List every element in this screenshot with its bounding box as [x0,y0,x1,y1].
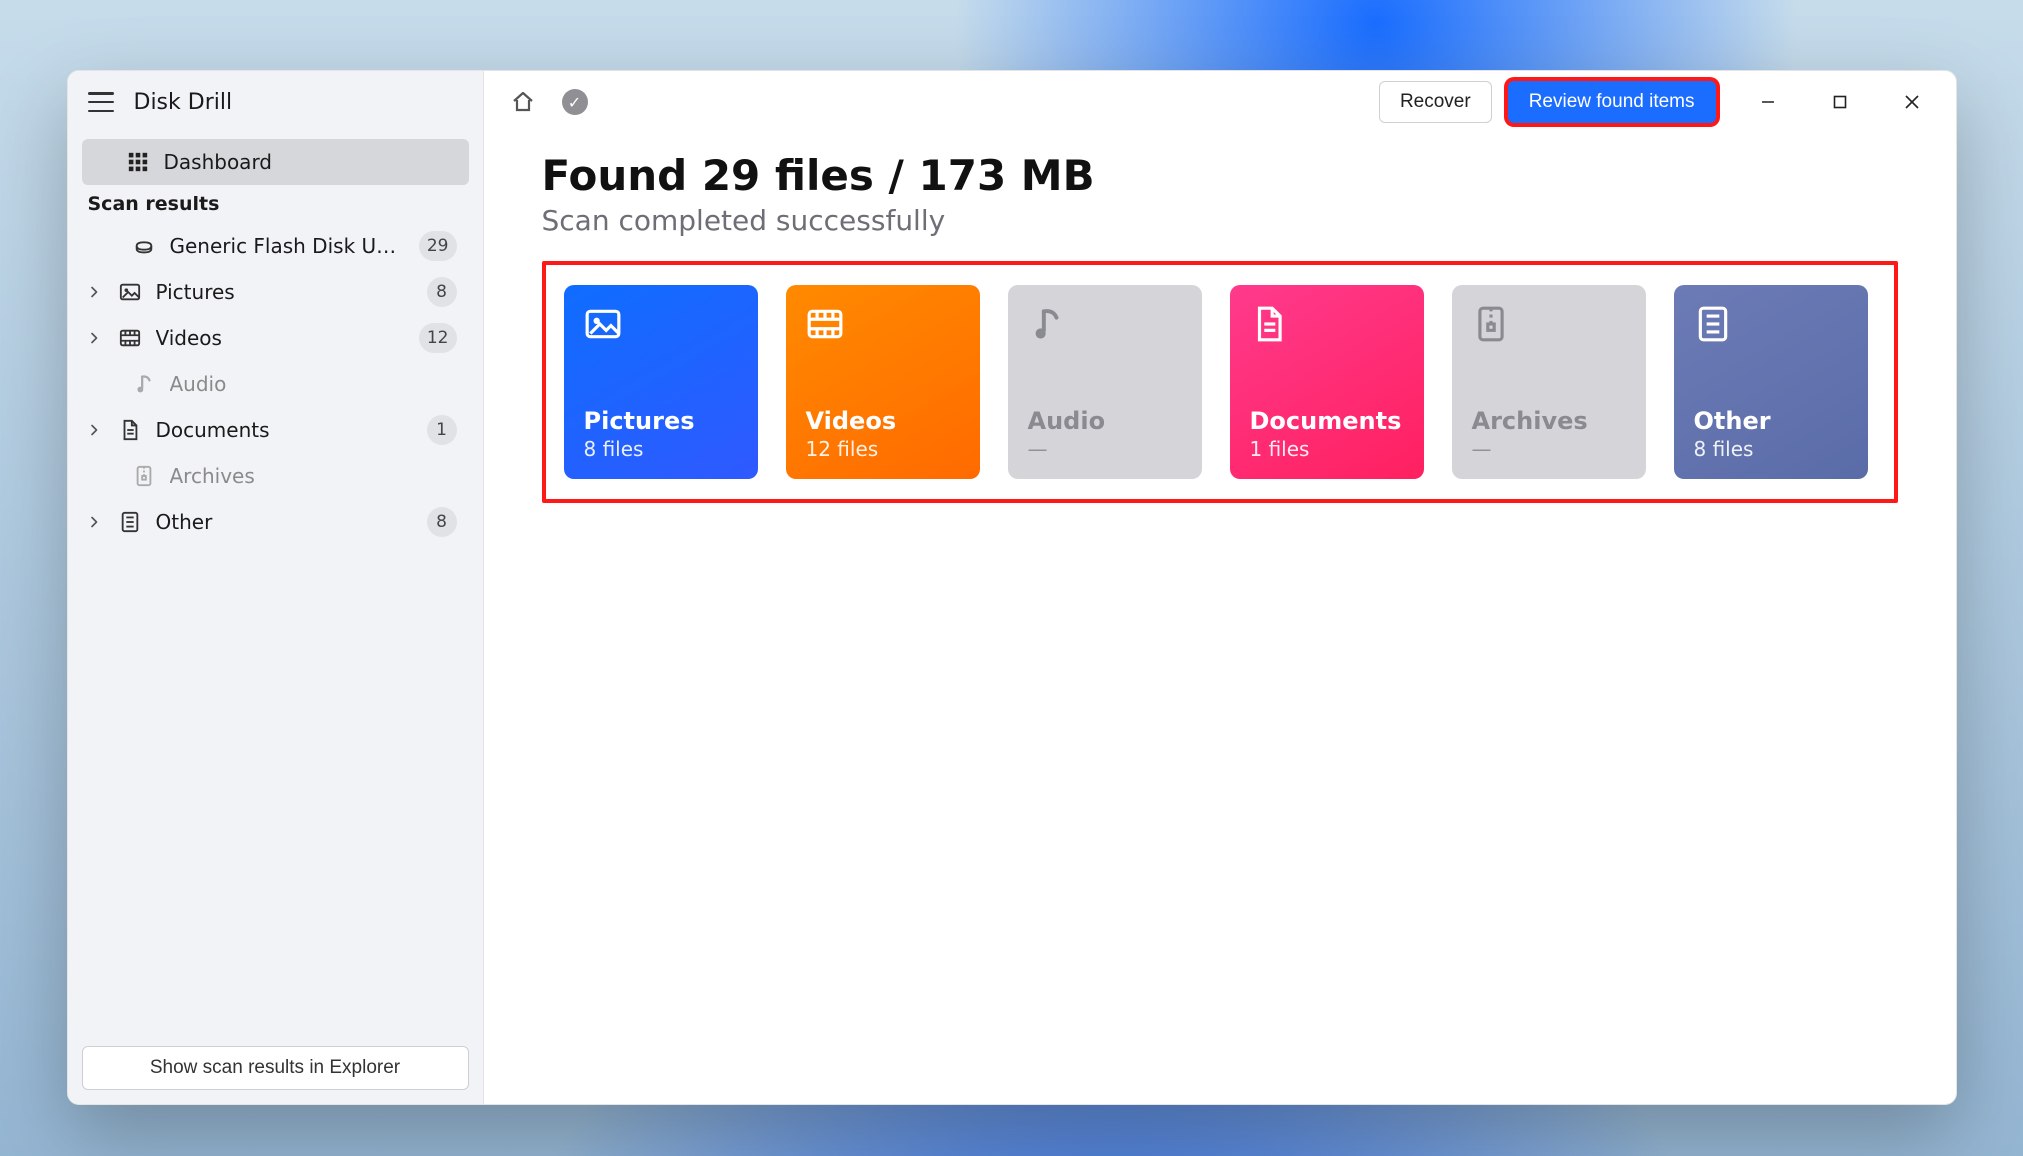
sidebar-item-label: Videos [156,326,405,350]
video-icon [118,326,142,350]
check-icon[interactable]: ✓ [562,89,588,115]
main-panel: ✓ Recover Review found items [484,71,1956,1104]
card-subtitle: — [1472,437,1626,461]
category-card-documents[interactable]: Documents1 files [1230,285,1424,479]
picture-icon [584,305,622,343]
card-title: Videos [806,407,960,435]
card-subtitle: 8 files [584,437,738,461]
category-cards: Pictures8 filesVideos12 filesAudio—Docum… [564,285,1876,479]
category-card-pictures[interactable]: Pictures8 files [564,285,758,479]
count-badge: 8 [427,507,457,537]
audio-icon [132,372,156,396]
app-window: Disk Drill Dashboard Scan results Generi… [67,70,1957,1105]
chevron-right-icon[interactable] [86,286,104,298]
category-card-audio: Audio— [1008,285,1202,479]
maximize-icon[interactable] [1804,71,1876,133]
sidebar-item-picture[interactable]: Pictures 8 [82,269,469,315]
other-icon [1694,305,1732,343]
video-icon [806,305,844,343]
audio-icon [1028,305,1066,343]
sidebar-nav: Dashboard Scan results Generic Flash Dis… [68,133,483,1032]
card-title: Archives [1472,407,1626,435]
chevron-right-icon[interactable] [86,516,104,528]
page-subtitle: Scan completed successfully [542,204,1898,237]
show-in-explorer-button[interactable]: Show scan results in Explorer [82,1046,469,1090]
chevron-right-icon[interactable] [86,332,104,344]
sidebar-item-label: Archives [170,464,457,488]
card-subtitle: — [1028,437,1182,461]
count-badge: 29 [419,231,457,261]
card-title: Other [1694,407,1848,435]
sidebar-item-drive[interactable]: Generic Flash Disk USB D... 29 [82,223,469,269]
menu-icon[interactable] [88,92,114,112]
sidebar-header: Disk Drill [68,71,483,133]
content: Found 29 files / 173 MB Scan completed s… [484,133,1956,533]
sidebar-item-label: Generic Flash Disk USB D... [170,234,405,258]
card-subtitle: 8 files [1694,437,1848,461]
review-found-items-button[interactable]: Review found items [1508,81,1716,123]
card-title: Pictures [584,407,738,435]
minimize-icon[interactable] [1732,71,1804,133]
close-icon[interactable] [1876,71,1948,133]
sidebar-item-dashboard[interactable]: Dashboard [82,139,469,185]
home-icon[interactable] [510,89,536,115]
sidebar-item-document[interactable]: Documents 1 [82,407,469,453]
category-card-videos[interactable]: Videos12 files [786,285,980,479]
count-badge: 1 [427,415,457,445]
document-icon [1250,305,1288,343]
document-icon [118,418,142,442]
sidebar-item-label: Other [156,510,413,534]
other-icon [118,510,142,534]
card-title: Audio [1028,407,1182,435]
category-cards-highlight: Pictures8 filesVideos12 filesAudio—Docum… [542,261,1898,503]
sidebar-item-label: Documents [156,418,413,442]
chevron-right-icon[interactable] [86,424,104,436]
count-badge: 12 [419,323,457,353]
sidebar-item-audio: Audio [82,361,469,407]
card-title: Documents [1250,407,1404,435]
category-card-archives: Archives— [1452,285,1646,479]
sidebar-item-video[interactable]: Videos 12 [82,315,469,361]
app-title: Disk Drill [134,90,233,115]
recover-button[interactable]: Recover [1379,81,1492,123]
archive-icon [1472,305,1510,343]
count-badge: 8 [427,277,457,307]
card-subtitle: 1 files [1250,437,1404,461]
window-controls [1732,71,1948,133]
titlebar: ✓ Recover Review found items [484,71,1956,133]
archive-icon [132,464,156,488]
sidebar-item-label: Audio [170,372,457,396]
sidebar-footer: Show scan results in Explorer [68,1032,483,1104]
sidebar-section-scan-results: Scan results [82,185,469,223]
sidebar-item-label: Pictures [156,280,413,304]
picture-icon [118,280,142,304]
sidebar-item-other[interactable]: Other 8 [82,499,469,545]
sidebar-item-archive: Archives [82,453,469,499]
sidebar: Disk Drill Dashboard Scan results Generi… [68,71,484,1104]
sidebar-item-label: Dashboard [164,150,457,174]
page-title: Found 29 files / 173 MB [542,151,1898,200]
category-card-other[interactable]: Other8 files [1674,285,1868,479]
grid-icon [126,150,150,174]
card-subtitle: 12 files [806,437,960,461]
drive-icon [132,234,156,258]
